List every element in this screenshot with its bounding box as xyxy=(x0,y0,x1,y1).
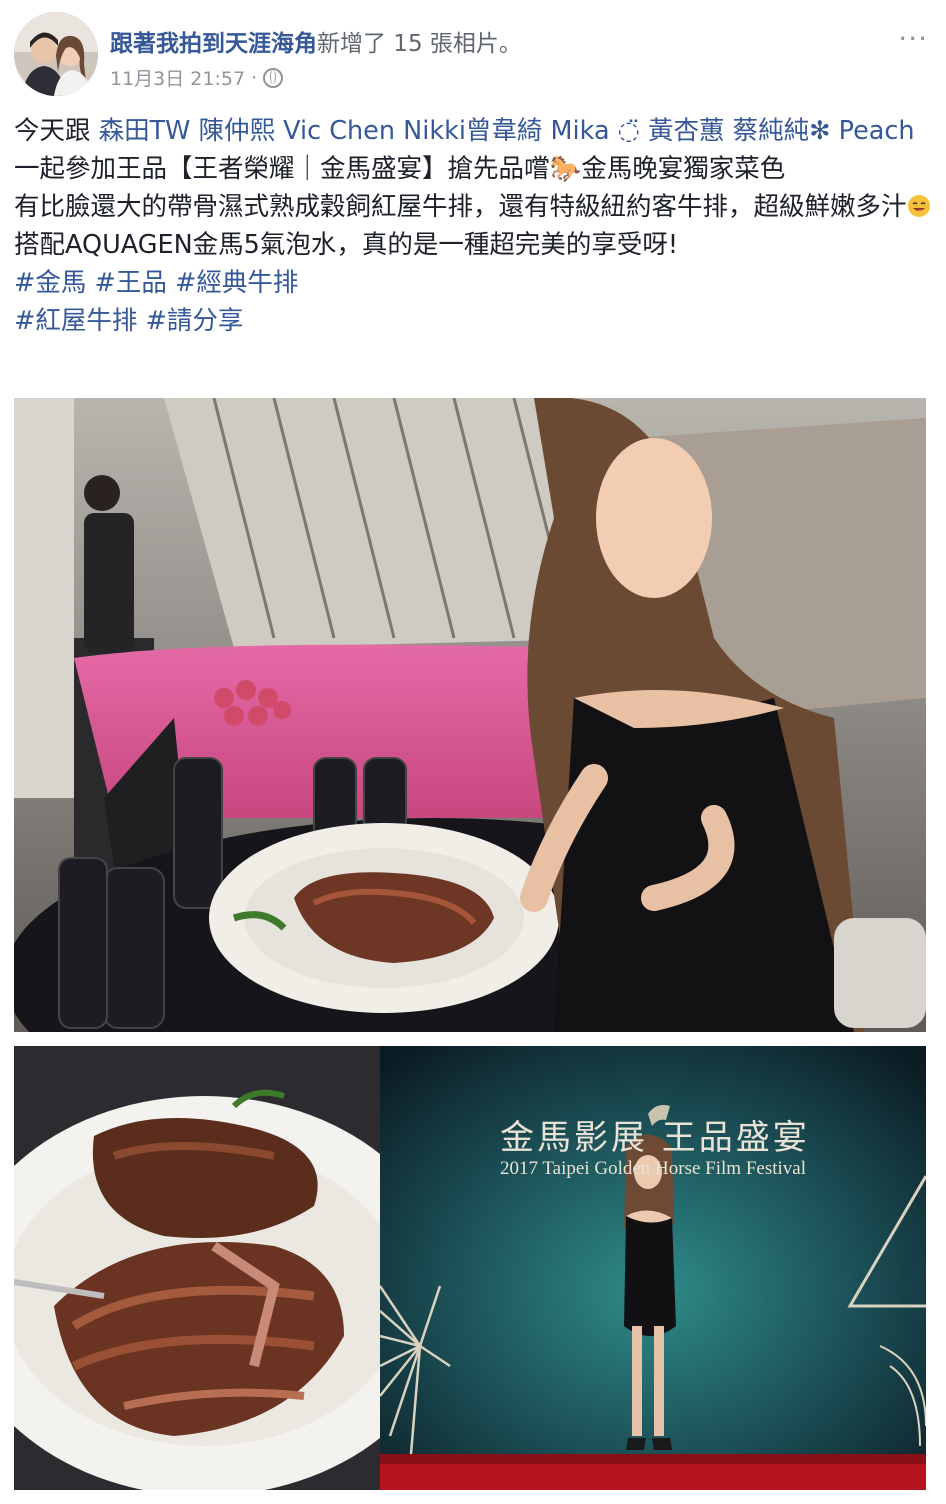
post-timestamp[interactable]: 11月3日 21:57 xyxy=(110,64,245,91)
banner-title: 金馬影展 王品盛宴 xyxy=(500,1118,810,1158)
tag-peach[interactable]: 蔡純純✻ Peach xyxy=(733,116,915,146)
tag-nikki[interactable]: Nikki曾韋綺 xyxy=(403,116,542,146)
post-header: 跟著我拍到天涯海角新增了 15 張相片。 11月3日 21:57 · ··· xyxy=(14,12,932,96)
post-meta: 11月3日 21:57 · xyxy=(110,64,284,91)
tag-morita[interactable]: 森田TW xyxy=(99,116,191,146)
facebook-post: 跟著我拍到天涯海角新增了 15 張相片。 11月3日 21:57 · ··· 今… xyxy=(0,0,946,1504)
post-options-button[interactable]: ··· xyxy=(898,22,928,55)
tag-vic-chen[interactable]: 陳仲熙 Vic Chen xyxy=(199,116,396,146)
photo-dining-scene[interactable] xyxy=(14,398,926,1032)
hashtag-red-house-steak[interactable]: #紅屋牛排 xyxy=(14,306,137,336)
hashtag-golden-horse[interactable]: #金馬 xyxy=(14,268,86,298)
photo-event-backdrop[interactable]: 金馬影展 王品盛宴 2017 Taipei Golden Horse Film … xyxy=(380,1046,926,1490)
post-paragraph-1: 今天跟 森田TW 陳仲熙 Vic Chen Nikki曾韋綺 Mika ◌̈ 黃… xyxy=(14,112,932,188)
meta-separator: · xyxy=(251,66,258,89)
author-avatar[interactable] xyxy=(14,12,98,96)
hashtag-please-share[interactable]: #請分享 xyxy=(145,306,243,336)
post-body: 今天跟 森田TW 陳仲熙 Vic Chen Nikki曾韋綺 Mika ◌̈ 黃… xyxy=(14,112,932,340)
intro-suffix: 一起參加王品【王者榮耀｜金馬盛宴】搶先品嚐🐎金馬晚宴獨家菜色 xyxy=(14,154,786,184)
hashtags-row-1: #金馬 #王品 #經典牛排 xyxy=(14,264,932,302)
hashtag-classic-steak[interactable]: #經典牛排 xyxy=(175,268,298,298)
photo-steak-closeup[interactable] xyxy=(14,1046,380,1490)
hashtags-row-2: #紅屋牛排 #請分享 xyxy=(14,302,932,340)
banner-subtitle: 2017 Taipei Golden Horse Film Festival xyxy=(500,1158,806,1179)
author-name[interactable]: 跟著我拍到天涯海角 xyxy=(110,31,317,57)
author-line: 跟著我拍到天涯海角新增了 15 張相片。 xyxy=(110,24,522,58)
smile-emoji-icon xyxy=(907,195,930,217)
drink-text: 搭配AQUAGEN金馬5氣泡水，真的是一種超完美的享受呀! xyxy=(14,230,679,260)
steak-text: 有比臉還大的帶骨濕式熟成穀飼紅屋牛排，還有特級紐約客牛排，超級鮮嫩多汁 xyxy=(14,192,907,222)
hashtag-wangpin[interactable]: #王品 xyxy=(94,268,166,298)
intro-text: 今天跟 xyxy=(14,116,99,146)
tag-mika[interactable]: Mika ◌̈ 黃杏蕙 xyxy=(551,116,725,146)
post-paragraph-2: 有比臉還大的帶骨濕式熟成穀飼紅屋牛排，還有特級紐約客牛排，超級鮮嫩多汁搭配AQU… xyxy=(14,188,932,264)
globe-icon[interactable] xyxy=(263,67,284,88)
post-action: 新增了 15 張相片。 xyxy=(317,31,522,57)
